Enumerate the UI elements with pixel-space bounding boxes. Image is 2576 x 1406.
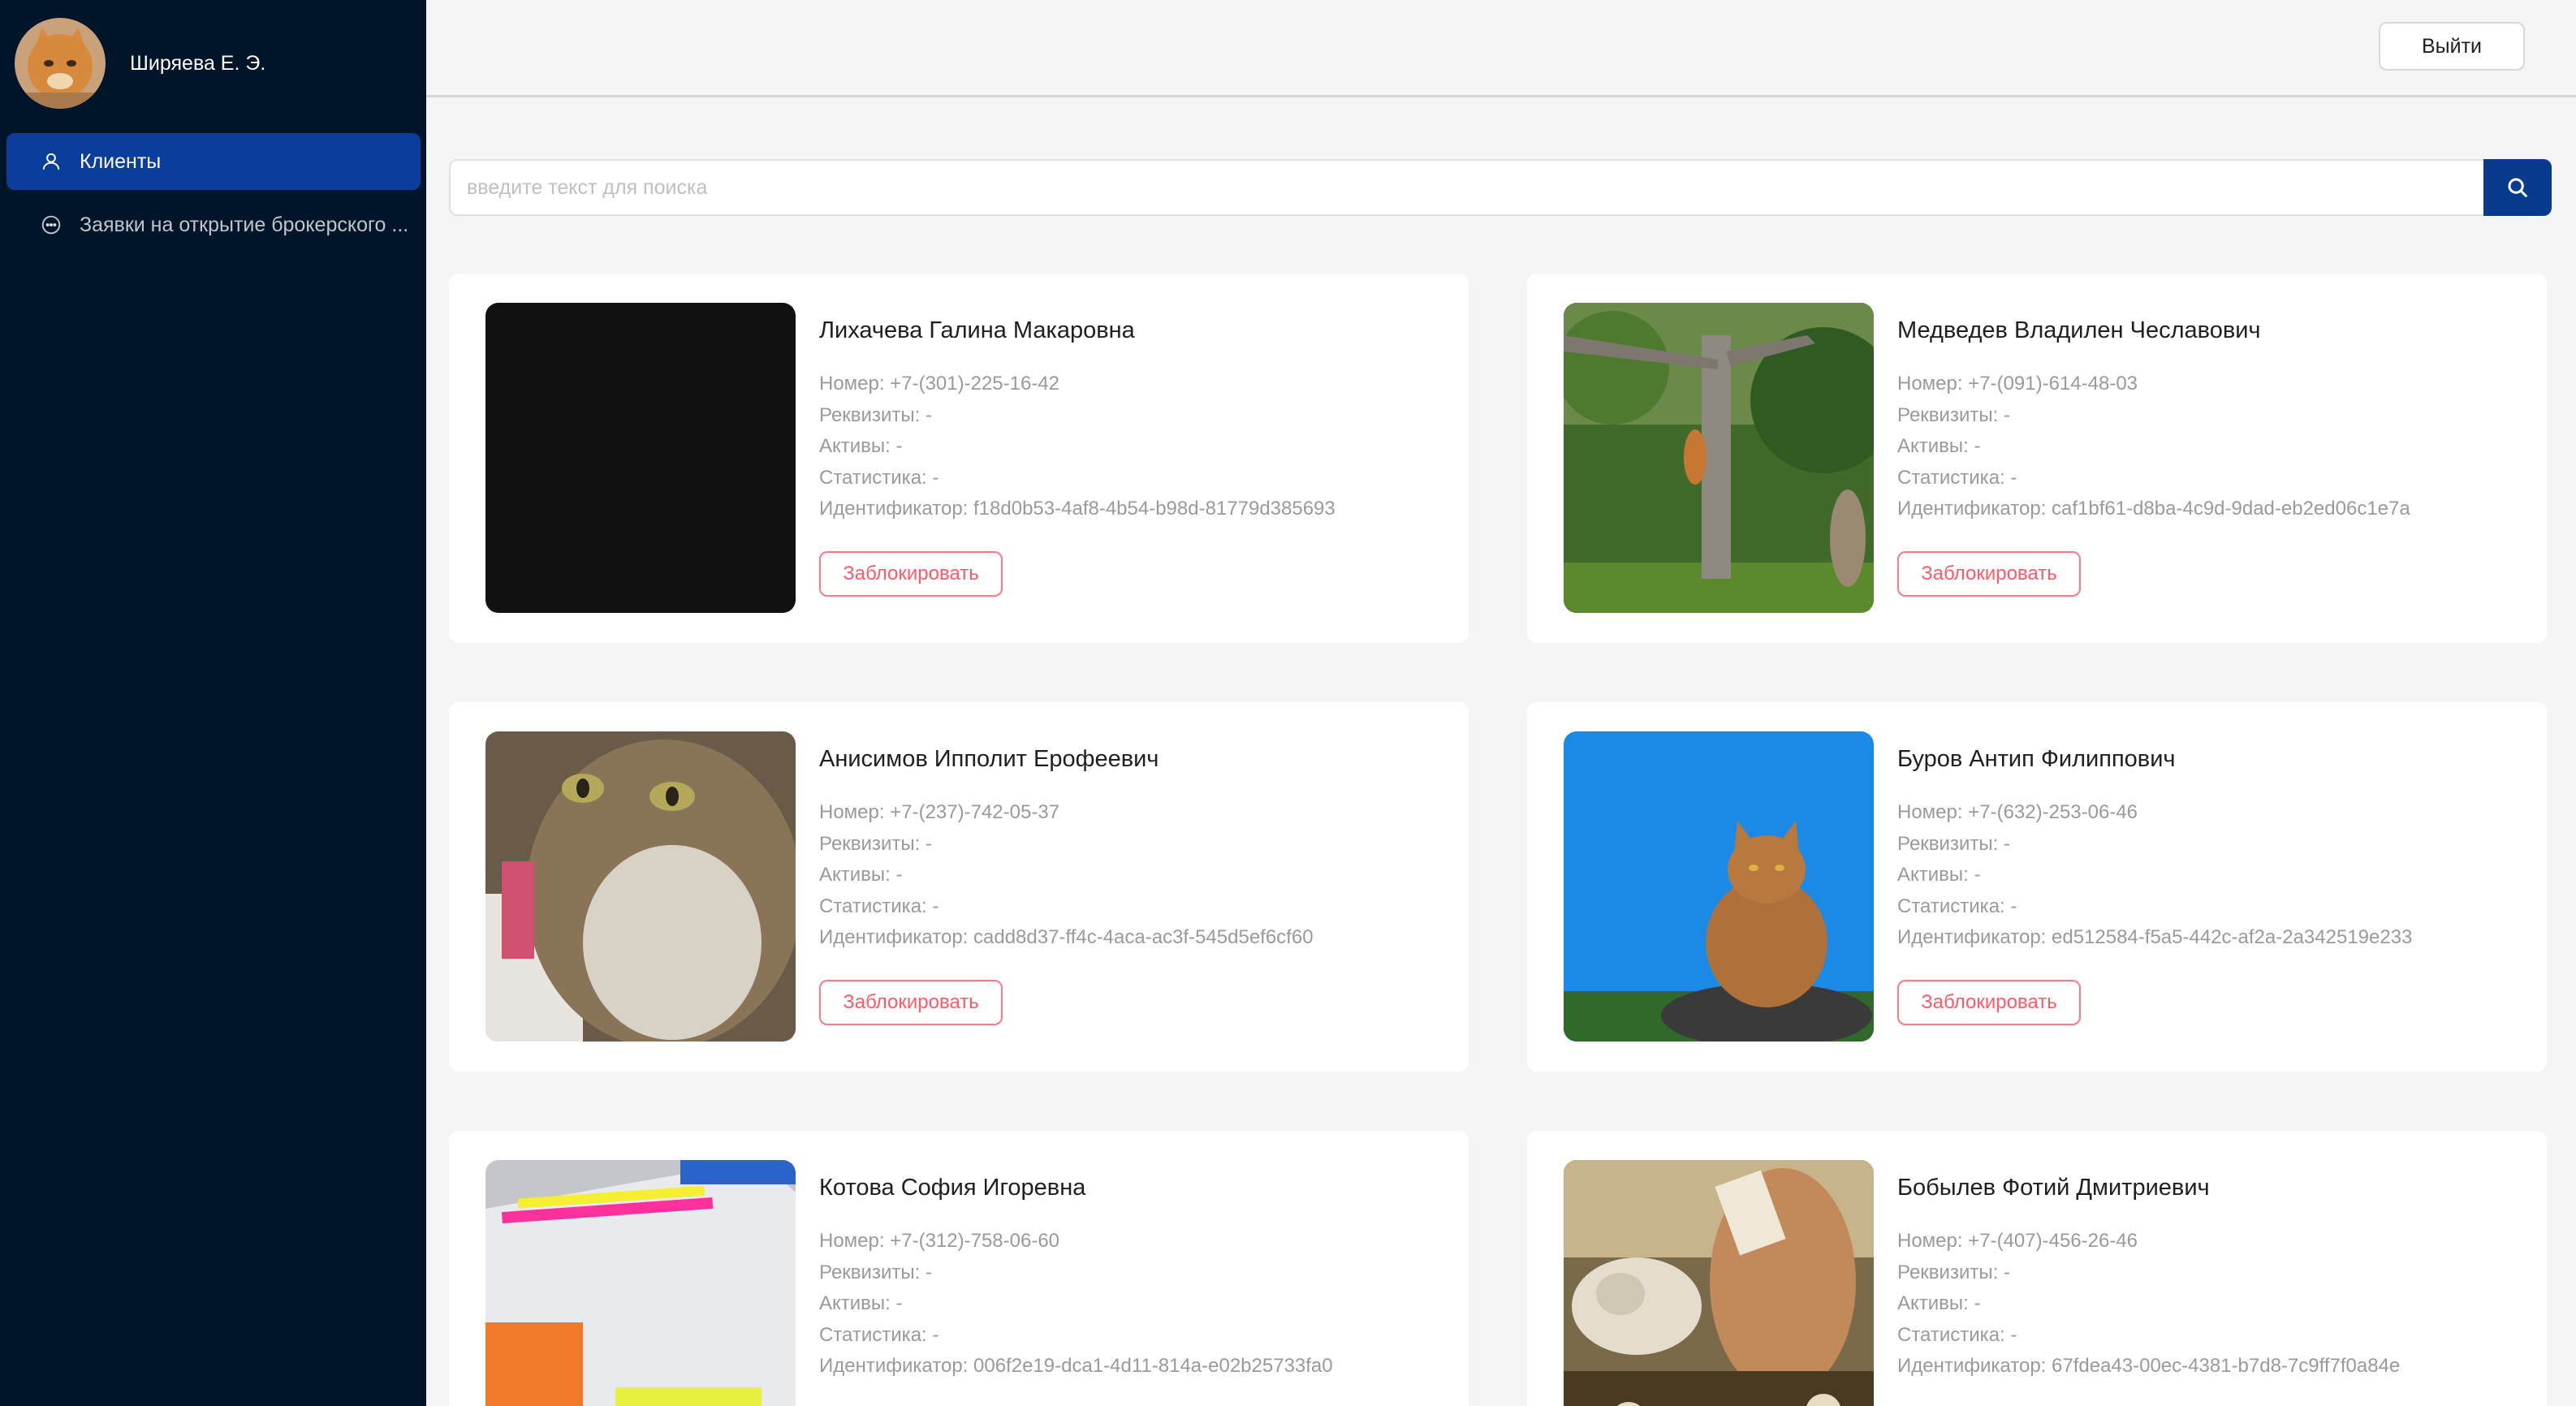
client-id: Идентификатор: ed512584-f5a5-442c-af2a-2… bbox=[1897, 926, 2413, 948]
client-requisites: Реквизиты: - bbox=[819, 1261, 932, 1283]
client-assets: Активы: - bbox=[1897, 1292, 1981, 1314]
client-photo bbox=[485, 1160, 796, 1406]
client-stats: Статистика: - bbox=[819, 1323, 939, 1346]
client-id: Идентификатор: cadd8d37-ff4c-4aca-ac3f-5… bbox=[819, 926, 1314, 948]
client-phone: Номер: +7-(632)-253-06-46 bbox=[1897, 801, 2138, 823]
sidebar-item-brokerage-requests[interactable]: Заявки на открытие брокерского ... bbox=[6, 196, 421, 253]
search-input[interactable] bbox=[449, 159, 2483, 216]
client-id: Идентификатор: 67fdea43-00ec-4381-b7d8-7… bbox=[1897, 1355, 2401, 1377]
client-card: Котова София Игоревна Номер: +7-(312)-75… bbox=[449, 1131, 1469, 1406]
client-assets: Активы: - bbox=[819, 435, 903, 457]
client-name: Буров Антип Филиппович bbox=[1897, 746, 2176, 772]
sidebar-item-clients[interactable]: Клиенты bbox=[6, 133, 421, 190]
sidebar: Ширяева Е. Э. Клиенты Заявки на открытие… bbox=[0, 0, 426, 1406]
client-requisites: Реквизиты: - bbox=[1897, 1261, 2010, 1283]
client-phone: Номер: +7-(407)-456-26-46 bbox=[1897, 1230, 2138, 1252]
sidebar-item-label: Заявки на открытие брокерского ... bbox=[80, 213, 409, 236]
client-stats: Статистика: - bbox=[1897, 895, 2017, 917]
block-button[interactable]: Заблокировать bbox=[819, 979, 1003, 1025]
client-id: Идентификатор: f18d0b53-4af8-4b54-b98d-8… bbox=[819, 498, 1335, 520]
user-profile[interactable]: Ширяева Е. Э. bbox=[15, 18, 265, 109]
client-phone: Номер: +7-(091)-614-48-03 bbox=[1897, 373, 2138, 395]
user-icon bbox=[39, 149, 63, 174]
client-card: Бобылев Фотий Дмитриевич Номер: +7-(407)… bbox=[1527, 1131, 2547, 1406]
client-assets: Активы: - bbox=[1897, 864, 1981, 886]
message-icon bbox=[39, 213, 63, 237]
sidebar-item-label: Клиенты bbox=[80, 149, 162, 173]
client-photo bbox=[1564, 1160, 1874, 1406]
client-name: Медведев Владилен Чеславович bbox=[1897, 317, 2261, 343]
client-card: Анисимов Ипполит Ерофеевич Номер: +7-(23… bbox=[449, 702, 1469, 1072]
client-stats: Статистика: - bbox=[819, 895, 939, 917]
client-assets: Активы: - bbox=[819, 1292, 903, 1314]
search-bar bbox=[449, 159, 2552, 216]
client-requisites: Реквизиты: - bbox=[819, 403, 932, 426]
client-photo bbox=[1564, 303, 1874, 613]
block-button[interactable]: Заблокировать bbox=[1897, 979, 2081, 1025]
client-photo bbox=[485, 731, 796, 1042]
block-button[interactable]: Заблокировать bbox=[819, 550, 1003, 597]
client-card: Медведев Владилен Чеславович Номер: +7-(… bbox=[1527, 274, 2547, 643]
client-card: Буров Антип Филиппович Номер: +7-(632)-2… bbox=[1527, 702, 2547, 1072]
client-id: Идентификатор: 006f2e19-dca1-4d11-814a-e… bbox=[819, 1355, 1333, 1377]
client-phone: Номер: +7-(312)-758-06-60 bbox=[819, 1230, 1060, 1252]
client-requisites: Реквизиты: - bbox=[819, 832, 932, 855]
user-name: Ширяева Е. Э. bbox=[130, 51, 266, 75]
client-id: Идентификатор: caf1bf61-d8ba-4c9d-9dad-e… bbox=[1897, 498, 2410, 520]
client-photo bbox=[485, 303, 796, 613]
search-button[interactable] bbox=[2483, 159, 2552, 216]
cat-avatar-image bbox=[15, 18, 106, 109]
client-assets: Активы: - bbox=[819, 864, 903, 886]
client-name: Лихачева Галина Макаровна bbox=[819, 317, 1135, 343]
client-name: Анисимов Ипполит Ерофеевич bbox=[819, 746, 1159, 772]
client-phone: Номер: +7-(237)-742-05-37 bbox=[819, 801, 1060, 823]
client-name: Котова София Игоревна bbox=[819, 1175, 1086, 1201]
client-phone: Номер: +7-(301)-225-16-42 bbox=[819, 373, 1060, 395]
client-requisites: Реквизиты: - bbox=[1897, 832, 2010, 855]
block-button[interactable]: Заблокировать bbox=[1897, 550, 2081, 597]
logout-button[interactable]: Выйти bbox=[2379, 22, 2525, 71]
client-name: Бобылев Фотий Дмитриевич bbox=[1897, 1175, 2210, 1201]
client-requisites: Реквизиты: - bbox=[1897, 403, 2010, 426]
header: Выйти bbox=[426, 0, 2576, 97]
search-icon bbox=[2508, 178, 2528, 198]
client-card: Лихачева Галина Макаровна Номер: +7-(301… bbox=[449, 274, 1469, 643]
client-stats: Статистика: - bbox=[819, 466, 939, 489]
client-assets: Активы: - bbox=[1897, 435, 1981, 457]
avatar bbox=[15, 18, 106, 109]
client-photo bbox=[1564, 731, 1874, 1042]
client-stats: Статистика: - bbox=[1897, 466, 2017, 489]
client-stats: Статистика: - bbox=[1897, 1323, 2017, 1346]
